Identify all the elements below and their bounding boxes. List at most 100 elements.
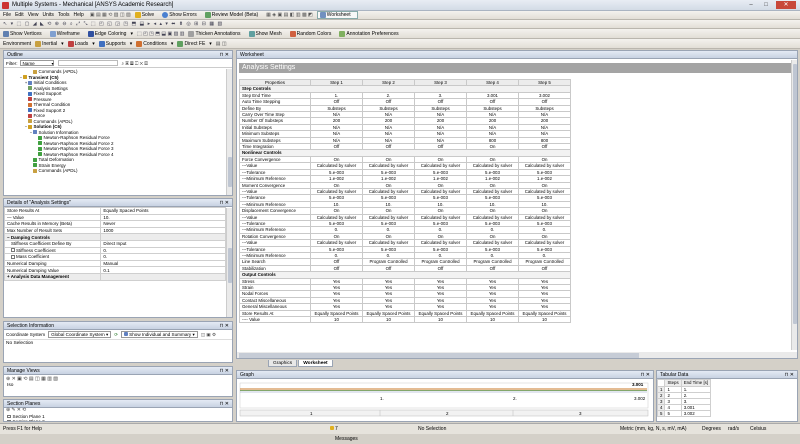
details-row[interactable]: Numerical Damping Manual xyxy=(4,259,226,268)
details-value[interactable] xyxy=(100,233,226,241)
manage-views-toolbar[interactable]: ⊕ ✕ ▣ ⟲ ▤ ◫ ▦ ▥ ▧ xyxy=(4,375,232,383)
checkbox[interactable] xyxy=(11,254,15,259)
details-row[interactable]: Stiffness Coefficient Define By Direct In… xyxy=(4,239,226,248)
menu-units[interactable]: Units xyxy=(42,12,53,18)
step-bar[interactable] xyxy=(239,409,649,417)
tree-item[interactable]: Commands (APDL) xyxy=(4,168,232,174)
tab-worksheet[interactable]: Worksheet xyxy=(298,360,333,367)
show-vertices-button[interactable]: Show Vertices xyxy=(3,30,46,37)
direct-fe-button[interactable]: Direct FE ▾ xyxy=(177,40,212,47)
section-planes-header: Section Planes ⊓ ✕ xyxy=(4,400,232,408)
view-item-iso[interactable]: Iso xyxy=(4,383,232,388)
manage-views-pin-icon[interactable]: ⊓ ✕ xyxy=(220,367,229,374)
menu-file[interactable]: File xyxy=(3,12,11,18)
table-cell: 10 xyxy=(362,315,415,324)
section-planes-pin-icon[interactable]: ⊓ ✕ xyxy=(220,400,229,407)
section-plane-checkbox[interactable] xyxy=(7,419,11,421)
toolbar-icons-1[interactable]: ▣ ▤ ▦ ⟲ ▧ ◫ ▨ xyxy=(90,12,131,18)
details-row[interactable]: Numerical Damping Value 0.1 xyxy=(4,266,226,274)
pin-icon[interactable]: ⊓ ✕ xyxy=(220,51,229,58)
outline-header: Outline ⊓ ✕ xyxy=(4,51,232,59)
details-row[interactable]: Store Results At Equally Spaced Points xyxy=(4,207,226,215)
details-row[interactable]: − Damping Controls xyxy=(4,233,226,241)
details-pin-icon[interactable]: ⊓ ✕ xyxy=(220,199,229,206)
details-value[interactable]: Direct Input xyxy=(100,239,226,248)
table-cell: Program Controlled xyxy=(518,258,571,266)
edge-icons[interactable]: ⬚ ◰ ◳ ⬒ ⬓ ▣ ▨ ▥ xyxy=(137,31,185,37)
maximize-button[interactable]: □ xyxy=(759,1,773,9)
details-value[interactable]: Manual xyxy=(100,259,226,268)
close-button[interactable]: ✕ xyxy=(776,1,796,9)
toolbar-icons-2[interactable]: ▦ ◈ ▣ ▤ ◧ ▥ ▩ ◩ xyxy=(266,12,313,18)
wireframe-button[interactable]: Wireframe xyxy=(49,30,84,37)
worksheet-scrollbar[interactable] xyxy=(791,60,797,350)
worksheet-hscroll-thumb[interactable] xyxy=(239,353,639,358)
details-value[interactable]: Equally Spaced Points xyxy=(100,207,226,215)
conditions-button[interactable]: Conditions ▾ xyxy=(136,40,173,47)
details-value[interactable]: 0.1 xyxy=(100,266,226,274)
status-rads[interactable]: rad/s xyxy=(728,424,739,434)
section-plane-item[interactable]: Section Plane 2 xyxy=(4,419,232,421)
graph-pin-icon[interactable]: ⊓ ✕ xyxy=(641,371,650,378)
random-colors-button[interactable]: Random Colors xyxy=(289,30,336,37)
details-scrollbar[interactable] xyxy=(226,208,232,317)
details-value[interactable]: 0. xyxy=(100,253,226,261)
menu-view[interactable]: View xyxy=(28,12,39,18)
details-scrollbar-thumb[interactable] xyxy=(228,248,232,283)
tabular-row[interactable]: 5 5 3.002 xyxy=(657,409,712,417)
details-row[interactable]: — Value 10. xyxy=(4,213,226,222)
solve-button[interactable]: Solve xyxy=(134,12,159,18)
filter-tool-icons[interactable]: ⌕ ▣ ▤ ◫ ✕ ▧ xyxy=(121,61,147,66)
details-value[interactable]: 10. xyxy=(100,213,226,222)
table-cell: Calculated by solver xyxy=(518,239,571,247)
details-value[interactable]: 0. xyxy=(100,246,226,255)
checkbox[interactable] xyxy=(11,248,15,253)
show-mode-select[interactable]: Show Individual and Summary ▾ xyxy=(121,331,198,338)
show-errors-button[interactable]: Show Errors xyxy=(162,12,201,18)
status-degrees[interactable]: Degrees xyxy=(702,424,721,434)
filter-input[interactable] xyxy=(58,60,119,66)
outline-scrollbar[interactable] xyxy=(226,69,232,195)
thicken-annotations-button[interactable]: Thicken Annotations xyxy=(188,30,244,37)
status-messages[interactable]: 7 Messages xyxy=(330,424,358,442)
details-row[interactable]: Stiffness Coefficient 0. xyxy=(4,246,226,255)
details-row[interactable]: Cache Results in Memory (Beta) Never xyxy=(4,220,226,228)
status-celsius[interactable]: Celsius xyxy=(750,424,766,434)
selection-info-panel: Selection Information ⊓ ✕ Coordinate Syst… xyxy=(3,321,233,363)
selection-tool-icons[interactable]: ◫ ▣ ⚙ xyxy=(201,332,216,338)
tab-graphics[interactable]: Graphics xyxy=(268,360,298,367)
worksheet-scrollbar-thumb[interactable] xyxy=(793,64,797,324)
minimize-button[interactable]: – xyxy=(744,1,758,9)
annotation-preferences-button[interactable]: Annotation Preferences xyxy=(339,30,402,37)
details-value[interactable]: 1000 xyxy=(100,226,226,235)
menu-help[interactable]: Help xyxy=(74,12,84,18)
worksheet-heading: Analysis Settings xyxy=(239,63,795,73)
inertial-button[interactable]: Inertial ▾ xyxy=(35,40,64,47)
supports-button[interactable]: Supports ▾ xyxy=(98,40,132,47)
tabular-data-header: Tabular Data ⊓ ✕ xyxy=(657,371,797,379)
environment-extra-icons[interactable]: ▤ ◫ xyxy=(216,41,227,47)
status-units[interactable]: Metric (mm, kg, N, s, mV, mA) xyxy=(620,424,686,434)
worksheet-button[interactable]: Worksheet xyxy=(316,11,358,19)
loads-button[interactable]: Loads ▾ xyxy=(67,40,95,47)
worksheet-hscroll[interactable] xyxy=(237,352,797,358)
details-row[interactable]: Max Number of Result Sets 1000 xyxy=(4,226,226,235)
details-value[interactable]: Never xyxy=(100,220,226,228)
view-toolbar-icons[interactable]: ↖ ▾ ⬚ ▢ ◢ ◣ ⟲ ⊕ ⊖ ⌕ ⤢ ⤡ ⬚ ◰ ◱ ◲ ◳ ⬒ ⬓ ▸ … xyxy=(3,21,223,27)
section-plane-checkbox[interactable] xyxy=(7,414,11,418)
tree-item-label: Commands (APDL) xyxy=(38,168,78,173)
outline-scrollbar-thumb[interactable] xyxy=(228,157,232,187)
menu-tools[interactable]: Tools xyxy=(58,12,70,18)
details-row[interactable]: + Analysis Data Management xyxy=(4,272,226,281)
refresh-icon[interactable]: ⟳ xyxy=(114,332,118,338)
filter-select[interactable]: Name ▾ xyxy=(20,60,55,66)
edge-coloring-button[interactable]: Edge Coloring ▾ xyxy=(87,30,133,37)
details-row[interactable]: Mass Coefficient 0. xyxy=(4,253,226,261)
menu-edit[interactable]: Edit xyxy=(15,12,24,18)
selection-pin-icon[interactable]: ⊓ ✕ xyxy=(220,322,229,329)
show-mesh-button[interactable]: Show Mesh xyxy=(248,30,286,37)
coordinate-system-select[interactable]: Global Coordinate System ▾ xyxy=(48,331,112,338)
tabular-pin-icon[interactable]: ⊓ ✕ xyxy=(785,371,794,378)
details-value[interactable] xyxy=(100,272,226,281)
review-model-button[interactable]: Review Model (Beta) xyxy=(204,12,262,18)
